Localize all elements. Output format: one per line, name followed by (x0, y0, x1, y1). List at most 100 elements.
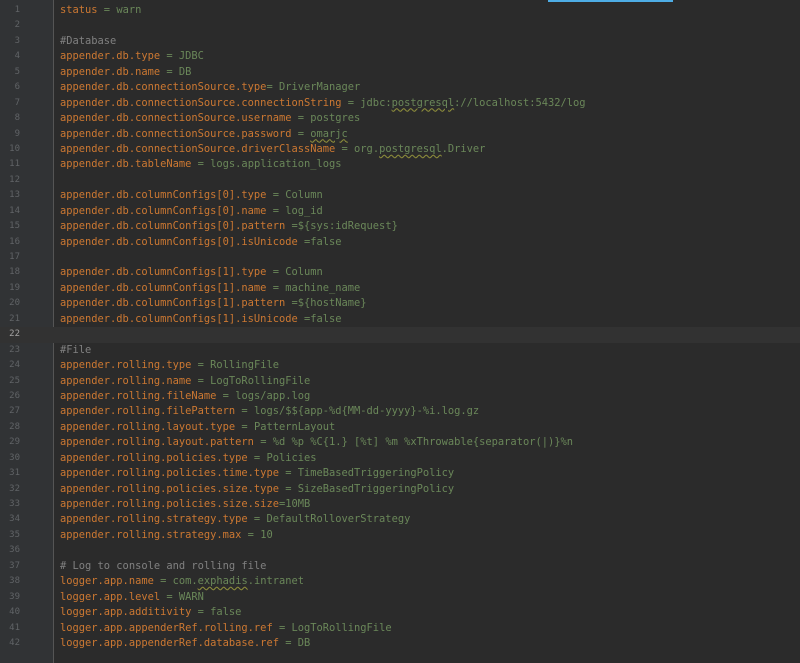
code-line[interactable]: 38 logger.app.name = com.exphadis.intrane… (0, 574, 800, 589)
code-line[interactable]: 21 appender.db.columnConfigs[1].isUnicode… (0, 312, 800, 327)
line-number: 16 (9, 236, 20, 247)
code-line[interactable]: 8 appender.db.connectionSource.username =… (0, 111, 800, 126)
code-line[interactable]: 37 # Log to console and rolling file (0, 559, 800, 574)
property-key: logger.app.level (60, 590, 161, 603)
line-content: appender.rolling.filePattern = logs/$${a… (60, 404, 479, 419)
line-content: appender.db.columnConfigs[0].pattern =${… (60, 219, 398, 234)
code-line[interactable]: 13 appender.db.columnConfigs[0].type = Co… (0, 188, 800, 203)
property-separator: = (335, 142, 355, 155)
line-number: 28 (9, 421, 20, 432)
code-line[interactable]: 10 appender.db.connectionSource.driverCla… (0, 142, 800, 157)
code-line[interactable]: 1 status = warn (0, 3, 800, 18)
line-content: appender.rolling.strategy.max = 10 (60, 528, 273, 543)
code-line[interactable]: 31 appender.rolling.policies.time.type = … (0, 466, 800, 481)
code-line[interactable]: 15 appender.db.columnConfigs[0].pattern =… (0, 219, 800, 234)
property-separator: = (160, 50, 179, 63)
property-key: appender.rolling.strategy.type (60, 513, 248, 526)
code-line[interactable]: 34 appender.rolling.strategy.type = Defau… (0, 512, 800, 527)
code-line[interactable]: 24 appender.rolling.type = RollingFile (0, 358, 800, 373)
code-line[interactable]: 39 logger.app.level = WARN (0, 590, 800, 605)
code-line[interactable]: 41 logger.app.appenderRef.rolling.ref = L… (0, 621, 800, 636)
code-line[interactable]: 11 appender.db.tableName = logs.applicati… (0, 157, 800, 172)
code-line[interactable]: 4 appender.db.type = JDBC (0, 49, 800, 64)
property-key: appender.rolling.policies.size.type (60, 482, 279, 495)
property-separator: = (266, 266, 286, 279)
code-line[interactable]: 3 #Database (0, 34, 800, 49)
code-line[interactable]: 14 appender.db.columnConfigs[0].name = lo… (0, 204, 800, 219)
code-line[interactable]: 33 appender.rolling.policies.size.size=10… (0, 497, 800, 512)
line-content: appender.rolling.layout.type = PatternLa… (60, 420, 335, 435)
line-number: 30 (9, 452, 20, 463)
line-content: appender.rolling.strategy.type = Default… (60, 512, 410, 527)
code-line[interactable]: 20 appender.db.columnConfigs[1].pattern =… (0, 296, 800, 311)
code-line[interactable]: 17 (0, 250, 800, 265)
line-content: appender.rolling.policies.type = Policie… (60, 451, 317, 466)
line-number: 39 (9, 591, 20, 602)
property-separator: = (278, 467, 298, 480)
property-value: false (310, 235, 342, 248)
comment-text: # Log to console and rolling file (60, 559, 267, 572)
line-number: 10 (9, 143, 20, 154)
property-value: %d %p %C{1.} [%t] %m %xThrowable{separat… (272, 436, 573, 449)
code-line[interactable]: 23 #File (0, 343, 800, 358)
code-line[interactable]: 16 appender.db.columnConfigs[0].isUnicode… (0, 235, 800, 250)
line-content: appender.rolling.policies.size.type = Si… (60, 482, 454, 497)
line-number: 27 (9, 406, 20, 417)
line-content: appender.db.type = JDBC (60, 49, 204, 64)
property-separator: = (266, 81, 279, 94)
line-content: appender.db.columnConfigs[1].type = Colu… (60, 265, 323, 280)
line-number: 24 (9, 360, 20, 371)
code-line[interactable]: 42 logger.app.appenderRef.database.ref = … (0, 636, 800, 651)
property-separator: = (191, 374, 211, 387)
line-number: 22 (9, 329, 20, 340)
code-lines[interactable]: 1 status = warn 2 3 #Database 4 appender.db.ty… (0, 3, 800, 651)
property-separator: = (278, 636, 298, 649)
property-key: appender.db.columnConfigs[0].isUnicode (60, 235, 298, 248)
property-separator: = (266, 189, 286, 202)
code-line[interactable]: 32 appender.rolling.policies.size.type = … (0, 482, 800, 497)
code-line[interactable]: 2 (0, 18, 800, 33)
line-content: logger.app.appenderRef.database.ref = DB (60, 636, 310, 651)
code-line[interactable]: 40 logger.app.additivity = false (0, 605, 800, 620)
property-value: postgres (310, 112, 361, 125)
property-value: ${sys:idRequest} (297, 220, 398, 233)
property-key: appender.rolling.filePattern (60, 405, 236, 418)
property-separator: = (153, 575, 173, 588)
current-code-line[interactable]: 22 (0, 327, 800, 343)
line-content: appender.db.connectionSource.type= Drive… (60, 80, 360, 95)
property-separator: = (278, 482, 298, 495)
property-separator: = (160, 65, 179, 78)
line-number: 25 (9, 375, 20, 386)
property-key: appender.rolling.layout.pattern (60, 436, 254, 449)
code-line[interactable]: 27 appender.rolling.filePattern = logs/$$… (0, 404, 800, 419)
property-value: jdbc:postgresql://localhost:5432/log (360, 96, 586, 109)
line-number: 38 (9, 576, 20, 587)
line-number: 6 (14, 82, 20, 93)
line-number: 8 (14, 113, 20, 124)
line-number: 7 (14, 97, 20, 108)
code-line[interactable]: 30 appender.rolling.policies.type = Polic… (0, 451, 800, 466)
property-value: Column (285, 189, 323, 202)
code-line[interactable]: 19 appender.db.columnConfigs[1].name = ma… (0, 281, 800, 296)
property-separator: = (160, 590, 179, 603)
line-content: appender.rolling.layout.pattern = %d %p … (60, 435, 573, 450)
code-line[interactable]: 36 (0, 543, 800, 558)
code-editor[interactable]: 1 status = warn 2 3 #Database 4 appender.db.ty… (0, 0, 800, 663)
property-value: 10 (260, 528, 273, 541)
line-content: appender.rolling.type = RollingFile (60, 358, 279, 373)
line-number: 36 (9, 545, 20, 556)
code-line[interactable]: 5 appender.db.name = DB (0, 65, 800, 80)
code-line[interactable]: 18 appender.db.columnConfigs[1].type = Co… (0, 265, 800, 280)
code-line[interactable]: 35 appender.rolling.strategy.max = 10 (0, 528, 800, 543)
code-line[interactable]: 26 appender.rolling.fileName = logs/app.l… (0, 389, 800, 404)
code-line[interactable]: 29 appender.rolling.layout.pattern = %d %… (0, 435, 800, 450)
code-line[interactable]: 28 appender.rolling.layout.type = Pattern… (0, 420, 800, 435)
property-value: TimeBasedTriggeringPolicy (297, 467, 455, 480)
code-line[interactable]: 7 appender.db.connectionSource.connection… (0, 96, 800, 111)
code-line[interactable]: 6 appender.db.connectionSource.type= Driv… (0, 80, 800, 95)
code-line[interactable]: 12 (0, 173, 800, 188)
line-number: 40 (9, 607, 20, 618)
code-line[interactable]: 9 appender.db.connectionSource.password =… (0, 127, 800, 142)
line-number: 31 (9, 468, 20, 479)
code-line[interactable]: 25 appender.rolling.name = LogToRollingFi… (0, 374, 800, 389)
